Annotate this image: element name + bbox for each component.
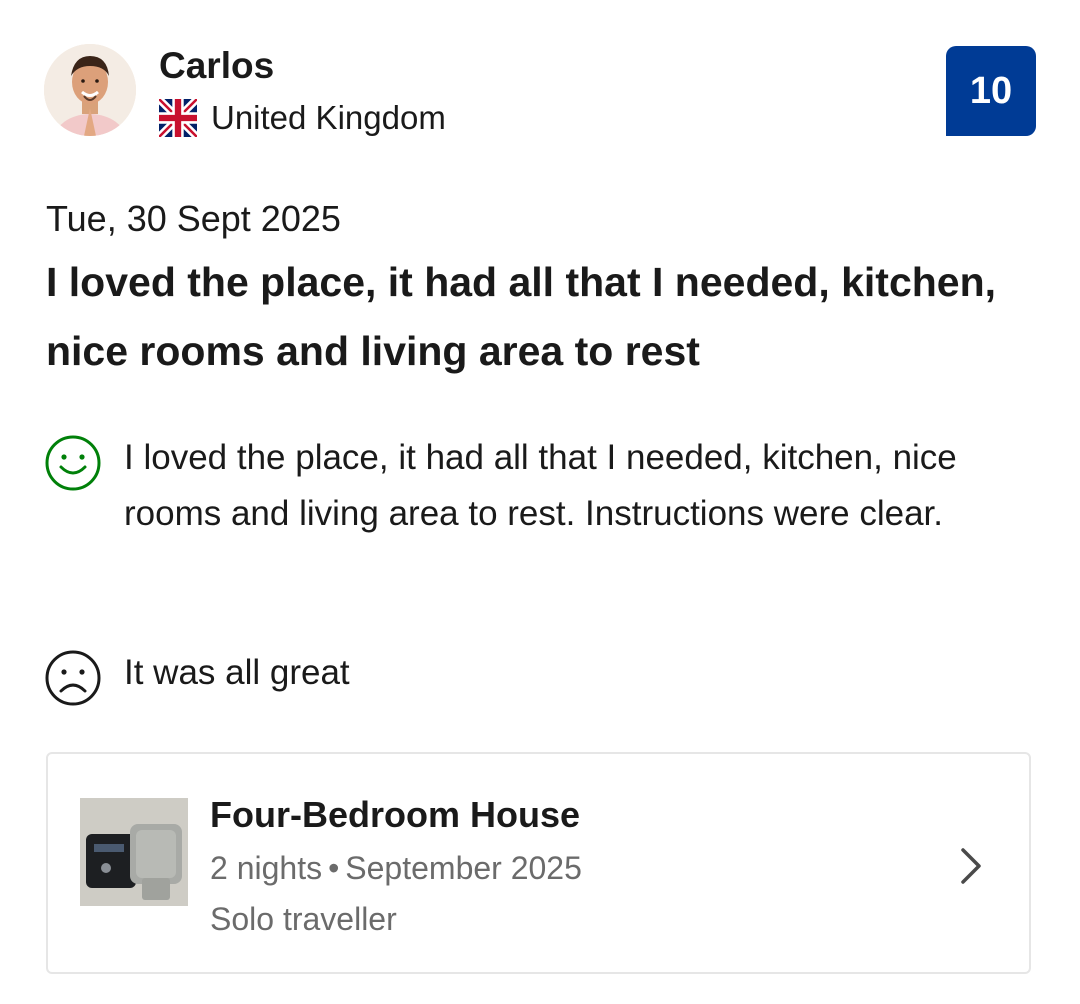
review-score-badge: 10 xyxy=(946,46,1036,136)
keybox-photo xyxy=(80,798,188,906)
positive-text: I loved the place, it had all that I nee… xyxy=(124,438,957,533)
separator-dot: • xyxy=(328,850,340,886)
stay-duration: 2 nights • September 2025 xyxy=(210,848,582,888)
reviewer-country-row: United Kingdom xyxy=(159,98,446,138)
stay-nights: 2 nights xyxy=(210,850,323,886)
reviewer-avatar xyxy=(44,44,136,136)
traveller-type: Solo traveller xyxy=(210,901,397,937)
property-thumbnail xyxy=(80,798,188,906)
chevron-right-icon[interactable] xyxy=(957,846,985,886)
room-name: Four-Bedroom House xyxy=(210,794,581,835)
negative-text: It was all great xyxy=(124,653,350,692)
sad-face-icon xyxy=(45,650,101,706)
review-title: I loved the place, it had all that I nee… xyxy=(46,259,997,374)
avatar-photo xyxy=(44,44,136,136)
uk-flag-icon xyxy=(159,99,197,137)
reviewer-name: Carlos xyxy=(159,45,275,86)
review-date: Tue, 30 Sept 2025 xyxy=(46,198,341,239)
stay-details-card[interactable]: Four-Bedroom House 2 nights • September 20… xyxy=(46,752,1031,974)
reviewer-country: United Kingdom xyxy=(211,99,446,136)
review-header: Carlos United Kingdom 10 xyxy=(44,44,1036,138)
stay-month: September 2025 xyxy=(345,850,582,886)
smiley-face-icon xyxy=(45,435,101,491)
